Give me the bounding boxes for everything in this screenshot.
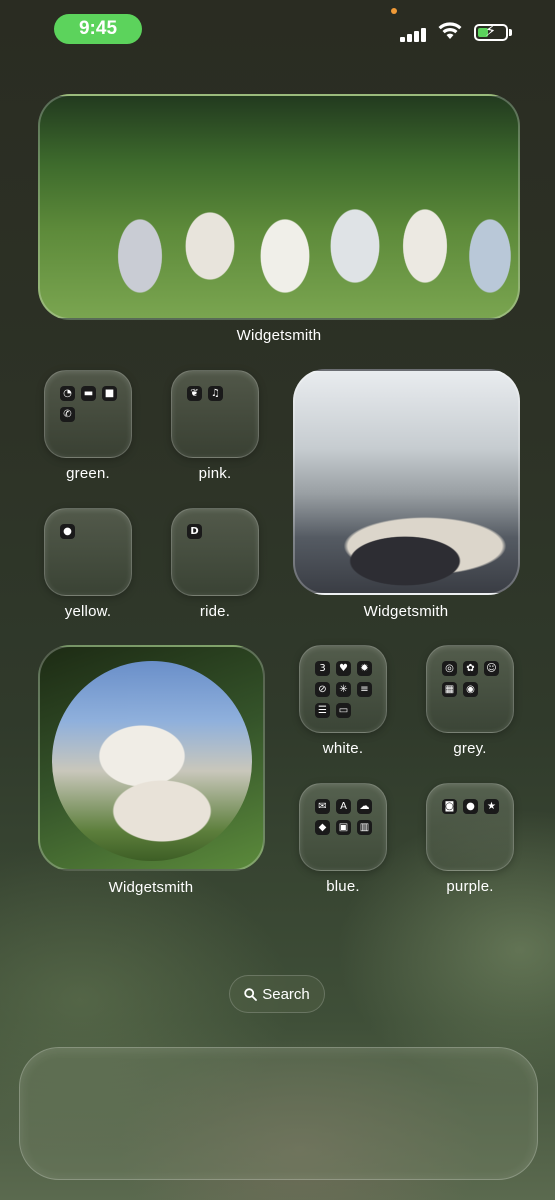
reminders-icon: ☰ xyxy=(315,703,330,718)
wifi-icon xyxy=(438,22,462,39)
id-icon: D xyxy=(187,524,202,539)
layers-icon: ◆ xyxy=(315,820,330,835)
bulb-icon: ● xyxy=(60,524,75,539)
settings-icon: ✹ xyxy=(357,661,372,676)
folder-green[interactable]: ◔ ▬ ■ ✆ xyxy=(44,370,132,458)
folder-label-purple: purple. xyxy=(446,878,494,895)
folder-label-blue: blue. xyxy=(326,878,360,895)
music-icon: ♫ xyxy=(208,386,223,401)
contacts-icon: ☺ xyxy=(484,661,499,676)
widgetsmith-photo-widget-right[interactable] xyxy=(293,369,520,595)
compass-icon: ⊘ xyxy=(315,682,330,697)
whatsapp-icon: ◔ xyxy=(60,386,75,401)
leaf-icon: ❦ xyxy=(187,386,202,401)
widget-label-top: Widgetsmith xyxy=(236,327,322,344)
folder-yellow[interactable]: ● xyxy=(44,508,132,596)
status-time: 9:45 xyxy=(78,18,118,39)
calendar-icon: 3 xyxy=(315,661,330,676)
folder-label-grey: grey. xyxy=(453,740,487,757)
folder-pink[interactable]: ❦ ♫ xyxy=(171,370,259,458)
folder-label-yellow: yellow. xyxy=(64,603,112,620)
podcast-icon: ◉ xyxy=(463,682,478,697)
spotlight-search-button[interactable]: Search xyxy=(229,975,325,1013)
cellular-signal-icon xyxy=(400,24,428,42)
wallet-icon: ≡ xyxy=(357,682,372,697)
folder-grey[interactable]: ◎ ✿ ☺ ▦ ◉ xyxy=(426,645,514,733)
photos-icon: ▣ xyxy=(336,820,351,835)
folder-label-white: white. xyxy=(322,740,364,757)
circle-photo xyxy=(52,661,252,861)
search-icon xyxy=(244,987,258,1001)
openai-icon: ✿ xyxy=(463,661,478,676)
folder-purple[interactable]: ◙ ● ★ xyxy=(426,783,514,871)
folder-label-pink: pink. xyxy=(198,465,232,482)
star-icon: ★ xyxy=(484,799,499,814)
folder-ride[interactable]: D xyxy=(171,508,259,596)
search-label: Search xyxy=(262,985,310,1003)
cloud-icon: ☁ xyxy=(357,799,372,814)
podcasts-icon: ● xyxy=(463,799,478,814)
health-icon: ♥ xyxy=(336,661,351,676)
time-pill[interactable]: 9:45 xyxy=(54,14,142,44)
facetime-icon: ■ xyxy=(102,386,117,401)
appstore-icon: A xyxy=(336,799,351,814)
folder-label-green: green. xyxy=(66,465,110,482)
clock-icon: ✳ xyxy=(336,682,351,697)
battery-cap xyxy=(509,29,512,36)
folder-white[interactable]: 3 ♥ ✹ ⊘ ✳ ≡ ☰ ▭ xyxy=(299,645,387,733)
widgetsmith-photo-widget-top[interactable] xyxy=(38,94,520,320)
privacy-indicator-dot xyxy=(391,8,397,14)
phone-icon: ✆ xyxy=(60,407,75,422)
files-icon: ▭ xyxy=(336,703,351,718)
widget-label-right: Widgetsmith xyxy=(363,603,449,620)
instagram-icon: ◙ xyxy=(442,799,457,814)
folder-blue[interactable]: ✉ A ☁ ◆ ▣ ▥ xyxy=(299,783,387,871)
calculator-icon: ▦ xyxy=(442,682,457,697)
widgetsmith-circle-widget[interactable] xyxy=(38,645,265,871)
library-icon: ▥ xyxy=(357,820,372,835)
chrome-icon: ◎ xyxy=(442,661,457,676)
folder-label-ride: ride. xyxy=(199,603,231,620)
dock[interactable] xyxy=(19,1047,538,1180)
messages-icon: ▬ xyxy=(81,386,96,401)
mail-icon: ✉ xyxy=(315,799,330,814)
widget-label-circle: Widgetsmith xyxy=(108,879,194,896)
battery-icon: ⚡ xyxy=(474,23,508,41)
